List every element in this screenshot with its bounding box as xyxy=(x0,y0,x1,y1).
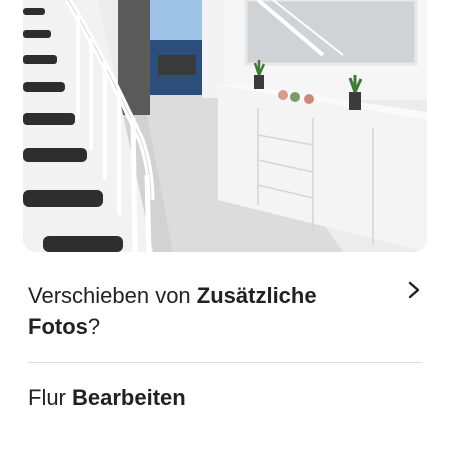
room-edit-row[interactable]: Flur Bearbeiten xyxy=(28,382,186,413)
move-prompt-suffix: ? xyxy=(87,314,101,339)
chevron-right-icon[interactable] xyxy=(404,280,424,300)
move-prompt-text: Verschieben von Zusätzliche Fotos? xyxy=(28,280,378,342)
section-divider xyxy=(28,362,422,363)
edit-room-link[interactable]: Bearbeiten xyxy=(72,385,186,410)
hallway-photo[interactable] xyxy=(23,0,427,252)
room-name: Flur xyxy=(28,385,66,410)
move-prompt-prefix: Verschieben von xyxy=(28,283,197,308)
move-to-album-row[interactable]: Verschieben von Zusätzliche Fotos? xyxy=(0,270,450,362)
